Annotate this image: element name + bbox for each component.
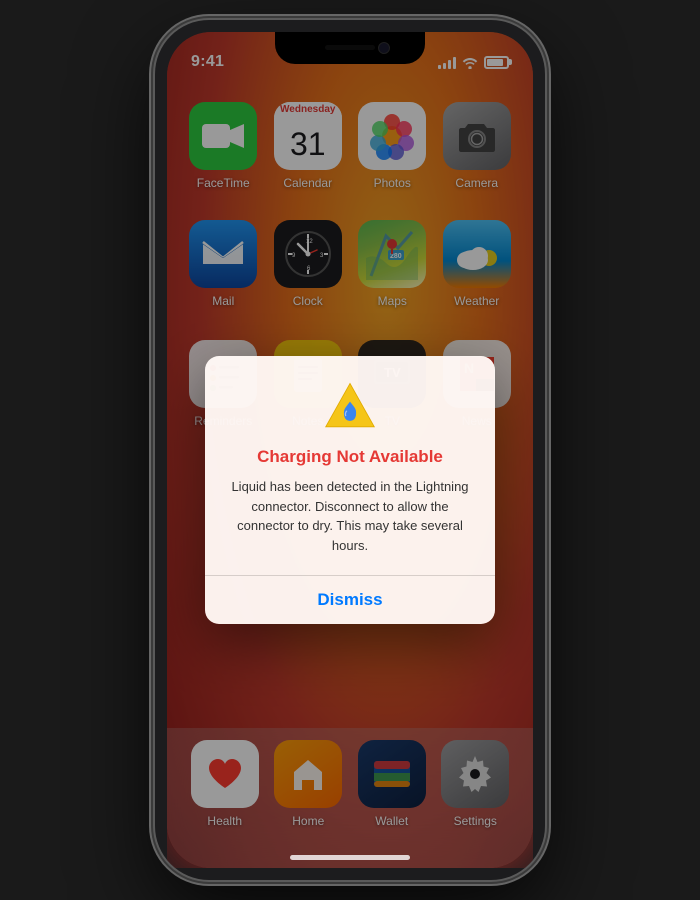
alert-icon-container: [324, 380, 376, 437]
screen: 9:41: [167, 32, 533, 868]
alert-content: Charging Not Available Liquid has been d…: [205, 356, 495, 575]
dismiss-button[interactable]: Dismiss: [205, 576, 495, 624]
warning-drop-icon: [324, 380, 376, 432]
alert-overlay: Charging Not Available Liquid has been d…: [167, 32, 533, 868]
alert-box: Charging Not Available Liquid has been d…: [205, 356, 495, 624]
phone-frame: 9:41: [155, 20, 545, 880]
home-indicator: [290, 855, 410, 860]
alert-title: Charging Not Available: [257, 447, 443, 467]
alert-message: Liquid has been detected in the Lightnin…: [225, 477, 475, 555]
